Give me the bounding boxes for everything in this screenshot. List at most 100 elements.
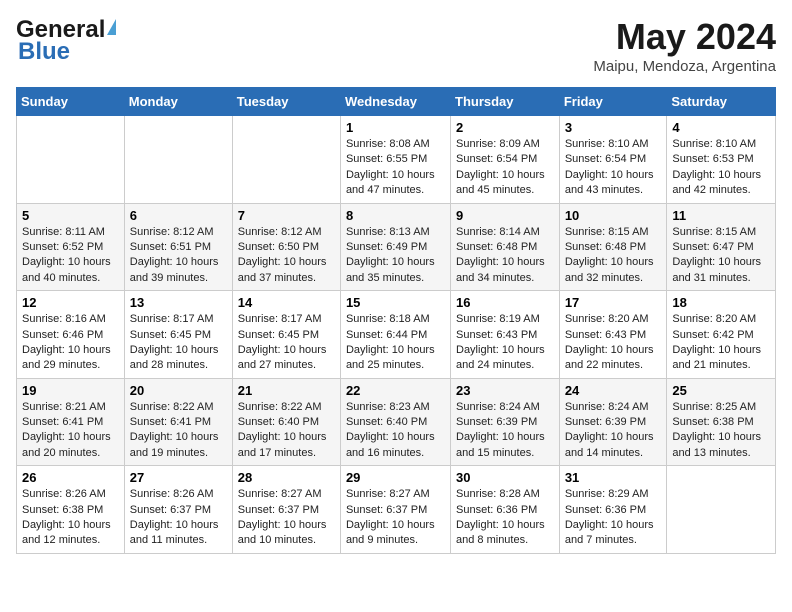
day-info: Sunrise: 8:18 AM Sunset: 6:44 PM Dayligh…	[346, 312, 445, 374]
day-number: 20	[130, 383, 227, 398]
day-number: 14	[238, 295, 335, 310]
day-info: Sunrise: 8:24 AM Sunset: 6:39 PM Dayligh…	[456, 400, 554, 462]
calendar-cell: 30 Sunrise: 8:28 AM Sunset: 6:36 PM Dayli…	[451, 466, 560, 554]
calendar-cell: 14 Sunrise: 8:17 AM Sunset: 6:45 PM Dayli…	[232, 291, 340, 379]
calendar-cell: 12 Sunrise: 8:16 AM Sunset: 6:46 PM Dayli…	[17, 291, 125, 379]
calendar-cell: 11 Sunrise: 8:15 AM Sunset: 6:47 PM Dayli…	[667, 203, 776, 291]
day-number: 11	[672, 208, 770, 223]
day-number: 23	[456, 383, 554, 398]
day-number: 10	[565, 208, 662, 223]
day-info: Sunrise: 8:20 AM Sunset: 6:42 PM Dayligh…	[672, 312, 770, 374]
day-number: 22	[346, 383, 445, 398]
day-number: 18	[672, 295, 770, 310]
col-header-monday: Monday	[124, 88, 232, 116]
day-info: Sunrise: 8:10 AM Sunset: 6:54 PM Dayligh…	[565, 137, 662, 199]
day-info: Sunrise: 8:15 AM Sunset: 6:48 PM Dayligh…	[565, 225, 662, 287]
calendar-cell	[17, 116, 125, 204]
calendar-cell: 4Sunrise: 8:10 AM Sunset: 6:53 PM Daylig…	[667, 116, 776, 204]
calendar-cell: 5Sunrise: 8:11 AM Sunset: 6:52 PM Daylig…	[17, 203, 125, 291]
calendar-cell: 2 Sunrise: 8:09 AM Sunset: 6:54 PM Daylig…	[451, 116, 560, 204]
day-number: 24	[565, 383, 662, 398]
day-number: 6	[130, 208, 227, 223]
calendar-cell: 27 Sunrise: 8:26 AM Sunset: 6:37 PM Dayli…	[124, 466, 232, 554]
day-info: Sunrise: 8:08 AM Sunset: 6:55 PM Dayligh…	[346, 137, 445, 199]
day-number: 27	[130, 470, 227, 485]
day-number: 1	[346, 120, 445, 135]
logo-triangle-icon	[107, 19, 116, 35]
calendar-cell: 18 Sunrise: 8:20 AM Sunset: 6:42 PM Dayli…	[667, 291, 776, 379]
logo-blue: Blue	[18, 38, 70, 66]
day-number: 31	[565, 470, 662, 485]
calendar-cell: 7 Sunrise: 8:12 AM Sunset: 6:50 PM Daylig…	[232, 203, 340, 291]
calendar-week-row: 12 Sunrise: 8:16 AM Sunset: 6:46 PM Dayli…	[17, 291, 776, 379]
day-info: Sunrise: 8:09 AM Sunset: 6:54 PM Dayligh…	[456, 137, 554, 199]
day-number: 3	[565, 120, 662, 135]
calendar-header-row: SundayMondayTuesdayWednesdayThursdayFrid…	[17, 88, 776, 116]
calendar-cell: 22 Sunrise: 8:23 AM Sunset: 6:40 PM Dayli…	[340, 378, 450, 466]
day-number: 28	[238, 470, 335, 485]
calendar-cell: 17Sunrise: 8:20 AM Sunset: 6:43 PM Dayli…	[559, 291, 667, 379]
calendar-cell: 20 Sunrise: 8:22 AM Sunset: 6:41 PM Dayli…	[124, 378, 232, 466]
day-info: Sunrise: 8:22 AM Sunset: 6:41 PM Dayligh…	[130, 400, 227, 462]
day-info: Sunrise: 8:27 AM Sunset: 6:37 PM Dayligh…	[238, 487, 335, 549]
day-number: 12	[22, 295, 119, 310]
calendar-cell: 10 Sunrise: 8:15 AM Sunset: 6:48 PM Dayli…	[559, 203, 667, 291]
calendar-cell: 6Sunrise: 8:12 AM Sunset: 6:51 PM Daylig…	[124, 203, 232, 291]
day-number: 13	[130, 295, 227, 310]
logo: General Blue	[16, 16, 116, 66]
day-info: Sunrise: 8:27 AM Sunset: 6:37 PM Dayligh…	[346, 487, 445, 549]
calendar-week-row: 1 Sunrise: 8:08 AM Sunset: 6:55 PM Daylig…	[17, 116, 776, 204]
calendar-cell: 28 Sunrise: 8:27 AM Sunset: 6:37 PM Dayli…	[232, 466, 340, 554]
calendar-week-row: 19 Sunrise: 8:21 AM Sunset: 6:41 PM Dayli…	[17, 378, 776, 466]
day-number: 16	[456, 295, 554, 310]
day-number: 21	[238, 383, 335, 398]
day-info: Sunrise: 8:15 AM Sunset: 6:47 PM Dayligh…	[672, 225, 770, 287]
calendar-cell: 25Sunrise: 8:25 AM Sunset: 6:38 PM Dayli…	[667, 378, 776, 466]
day-number: 7	[238, 208, 335, 223]
calendar-cell: 3 Sunrise: 8:10 AM Sunset: 6:54 PM Daylig…	[559, 116, 667, 204]
calendar-cell: 1 Sunrise: 8:08 AM Sunset: 6:55 PM Daylig…	[340, 116, 450, 204]
day-number: 30	[456, 470, 554, 485]
col-header-wednesday: Wednesday	[340, 88, 450, 116]
month-year-title: May 2024	[593, 16, 776, 58]
calendar-cell: 24 Sunrise: 8:24 AM Sunset: 6:39 PM Dayli…	[559, 378, 667, 466]
day-info: Sunrise: 8:28 AM Sunset: 6:36 PM Dayligh…	[456, 487, 554, 549]
calendar-cell: 13Sunrise: 8:17 AM Sunset: 6:45 PM Dayli…	[124, 291, 232, 379]
calendar-cell: 21 Sunrise: 8:22 AM Sunset: 6:40 PM Dayli…	[232, 378, 340, 466]
day-number: 26	[22, 470, 119, 485]
col-header-saturday: Saturday	[667, 88, 776, 116]
calendar-week-row: 26Sunrise: 8:26 AM Sunset: 6:38 PM Dayli…	[17, 466, 776, 554]
day-info: Sunrise: 8:12 AM Sunset: 6:50 PM Dayligh…	[238, 225, 335, 287]
day-info: Sunrise: 8:23 AM Sunset: 6:40 PM Dayligh…	[346, 400, 445, 462]
calendar-cell: 23 Sunrise: 8:24 AM Sunset: 6:39 PM Dayli…	[451, 378, 560, 466]
calendar-cell	[232, 116, 340, 204]
day-info: Sunrise: 8:13 AM Sunset: 6:49 PM Dayligh…	[346, 225, 445, 287]
day-number: 8	[346, 208, 445, 223]
day-number: 17	[565, 295, 662, 310]
calendar-cell: 8 Sunrise: 8:13 AM Sunset: 6:49 PM Daylig…	[340, 203, 450, 291]
title-section: May 2024 Maipu, Mendoza, Argentina	[593, 16, 776, 75]
day-info: Sunrise: 8:26 AM Sunset: 6:37 PM Dayligh…	[130, 487, 227, 549]
calendar-cell	[124, 116, 232, 204]
day-number: 9	[456, 208, 554, 223]
day-info: Sunrise: 8:22 AM Sunset: 6:40 PM Dayligh…	[238, 400, 335, 462]
calendar-cell	[667, 466, 776, 554]
calendar-week-row: 5Sunrise: 8:11 AM Sunset: 6:52 PM Daylig…	[17, 203, 776, 291]
calendar-cell: 19 Sunrise: 8:21 AM Sunset: 6:41 PM Dayli…	[17, 378, 125, 466]
calendar-cell: 15Sunrise: 8:18 AM Sunset: 6:44 PM Dayli…	[340, 291, 450, 379]
page-header: General Blue May 2024 Maipu, Mendoza, Ar…	[16, 16, 776, 75]
col-header-friday: Friday	[559, 88, 667, 116]
day-info: Sunrise: 8:25 AM Sunset: 6:38 PM Dayligh…	[672, 400, 770, 462]
day-info: Sunrise: 8:17 AM Sunset: 6:45 PM Dayligh…	[238, 312, 335, 374]
day-info: Sunrise: 8:29 AM Sunset: 6:36 PM Dayligh…	[565, 487, 662, 549]
day-info: Sunrise: 8:14 AM Sunset: 6:48 PM Dayligh…	[456, 225, 554, 287]
day-number: 5	[22, 208, 119, 223]
day-info: Sunrise: 8:24 AM Sunset: 6:39 PM Dayligh…	[565, 400, 662, 462]
calendar-table: SundayMondayTuesdayWednesdayThursdayFrid…	[16, 87, 776, 554]
col-header-sunday: Sunday	[17, 88, 125, 116]
day-info: Sunrise: 8:19 AM Sunset: 6:43 PM Dayligh…	[456, 312, 554, 374]
day-number: 2	[456, 120, 554, 135]
day-number: 19	[22, 383, 119, 398]
day-info: Sunrise: 8:16 AM Sunset: 6:46 PM Dayligh…	[22, 312, 119, 374]
day-info: Sunrise: 8:21 AM Sunset: 6:41 PM Dayligh…	[22, 400, 119, 462]
